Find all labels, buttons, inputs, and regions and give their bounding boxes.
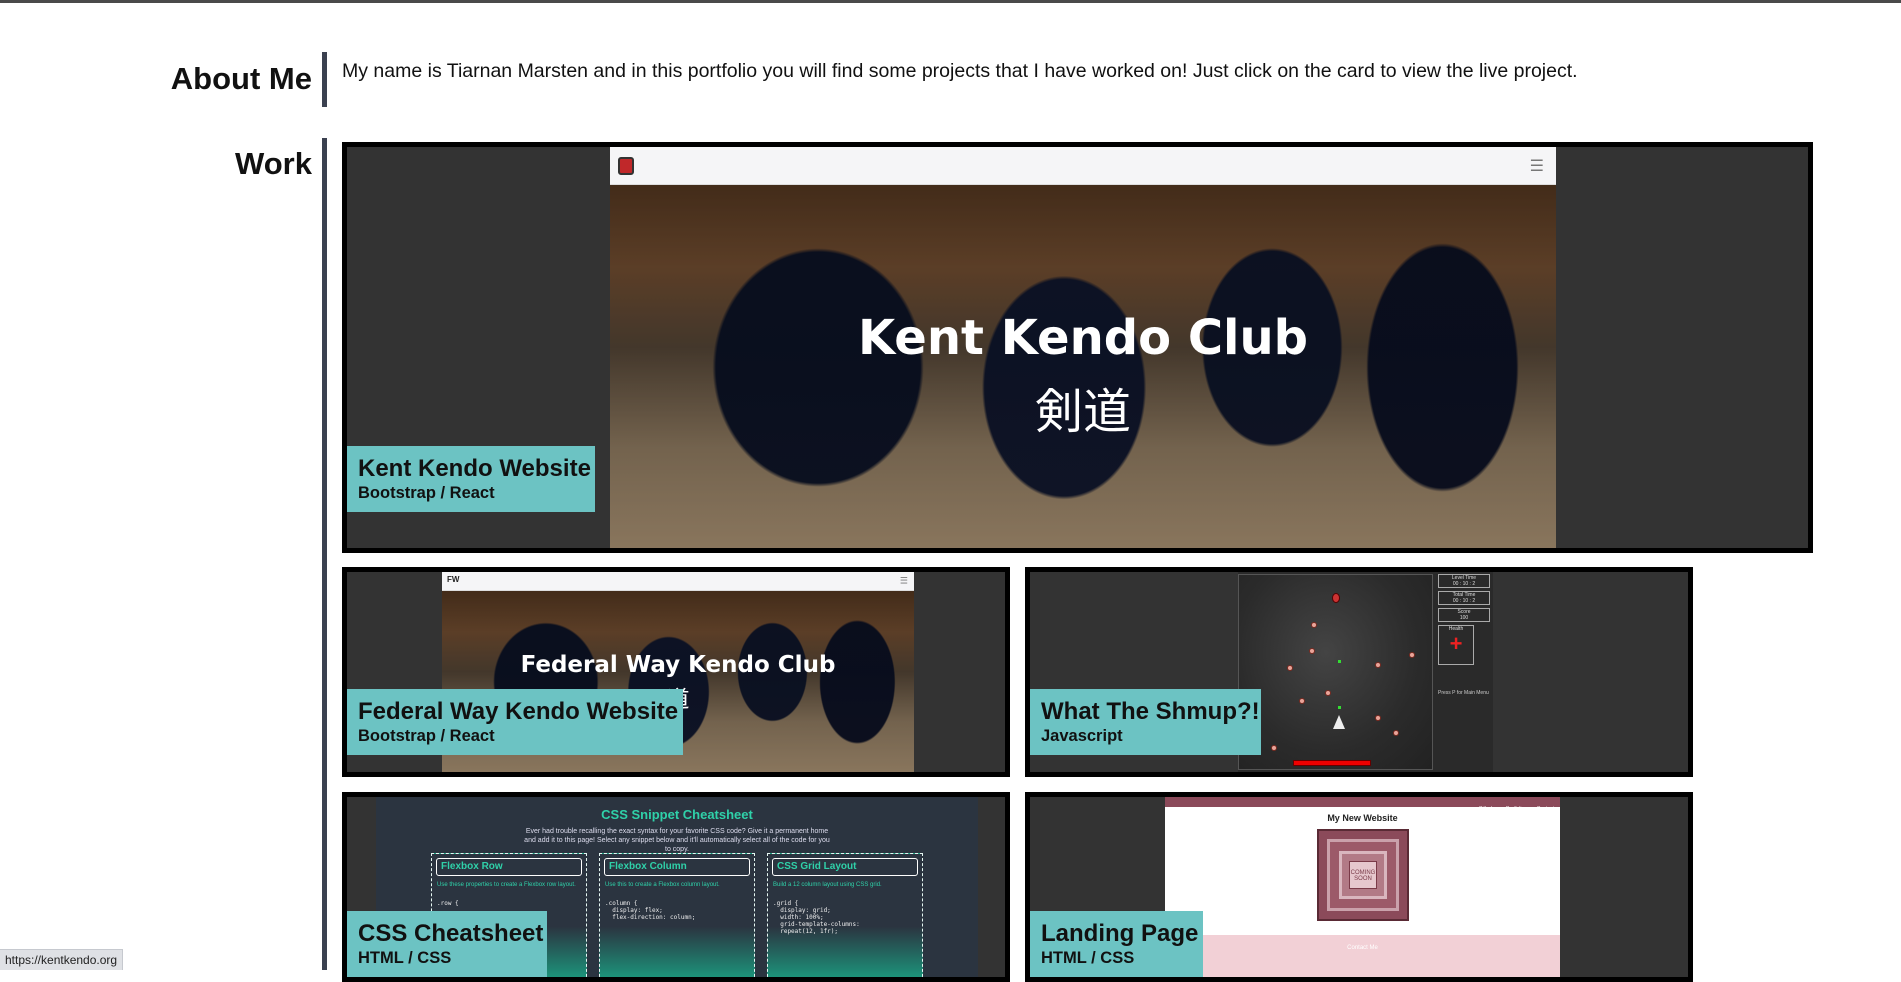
club-logo-icon [618,157,634,175]
card-subtitle: Bootstrap / React [358,483,585,503]
card-title: Kent Kendo Website [358,455,585,483]
card-title: Landing Page [1041,920,1193,948]
hamburger-icon: ☰ [1530,156,1544,176]
snippet-column[interactable]: Flexbox Column Use this to create a Flex… [599,853,755,982]
project-card-landing-page[interactable]: Github Portfolio Contact My New Website … [1025,792,1693,982]
score-box: Score100 [1438,608,1490,622]
project-screenshot: Github Portfolio Contact My New Website … [1165,797,1560,982]
hamburger-icon: ☰ [900,576,908,587]
project-card-what-the-shmup[interactable]: Level Time00 : 10 : 2 Total Time00 : 10 … [1025,567,1693,777]
card-title: CSS Cheatsheet [358,920,537,948]
card-caption: What The Shmup?! Javascript [1030,689,1261,755]
health-box: Health + [1438,625,1474,665]
card-caption: Federal Way Kendo Website Bootstrap / Re… [347,689,683,755]
hero-title: Federal Way Kendo Club [442,652,914,678]
coming-soon-badge: COMING SOON [1317,829,1409,921]
player-ship-icon [1333,715,1345,729]
screenshot-navbar: FW ☰ [442,572,914,591]
total-time-box: Total Time00 : 10 : 2 [1438,591,1490,605]
card-subtitle: HTML / CSS [1041,948,1193,968]
pause-hint: Press P for Main Menu [1438,690,1493,696]
work-divider [322,138,327,970]
boss-health-bar [1293,760,1371,766]
project-card-kent-kendo[interactable]: ☰ Kent Kendo Club 剣道 Kent Kendo Website … [342,142,1813,553]
hero-subtitle: 剣道 [610,372,1556,442]
level-time-box: Level Time00 : 10 : 2 [1438,574,1490,588]
boss-enemy [1332,593,1340,603]
status-url-preview: https://kentkendo.org [0,949,123,970]
hero-title: Kent Kendo Club [610,310,1556,366]
project-card-federal-way-kendo[interactable]: FW ☰ Federal Way Kendo Club 道 Federal Wa… [342,567,1010,777]
project-card-css-cheatsheet[interactable]: CSS Snippet Cheatsheet Ever had trouble … [342,792,1010,982]
screenshot-navbar: ☰ [610,147,1556,185]
card-caption: CSS Cheatsheet HTML / CSS [347,911,547,977]
card-caption: Kent Kendo Website Bootstrap / React [347,446,595,512]
top-border [0,0,1901,3]
screenshot-navbar: Github Portfolio Contact [1165,797,1560,807]
about-heading: About Me [112,61,312,97]
project-screenshot: ☰ Kent Kendo Club 剣道 [610,147,1556,548]
work-heading: Work [112,146,312,182]
snippet-column[interactable]: CSS Grid Layout Build a 12 column layout… [767,853,923,982]
sheet-intro: Ever had trouble recalling the exact syn… [521,827,833,854]
screenshot-logo: FW [447,575,459,584]
about-divider [322,52,327,107]
project-screenshot: Level Time00 : 10 : 2 Total Time00 : 10 … [1238,572,1493,772]
health-cross-icon: + [1439,632,1473,656]
game-area [1238,574,1433,770]
contact-section: Contact Me [1165,935,1560,982]
card-subtitle: Javascript [1041,726,1251,746]
card-subtitle: HTML / CSS [358,948,537,968]
about-text: My name is Tiarnan Marsten and in this p… [342,58,1578,84]
card-title: What The Shmup?! [1041,698,1251,726]
site-title: My New Website [1165,813,1560,823]
card-title: Federal Way Kendo Website [358,698,673,726]
card-caption: Landing Page HTML / CSS [1030,911,1203,977]
sheet-title: CSS Snippet Cheatsheet [376,807,978,822]
card-subtitle: Bootstrap / React [358,726,673,746]
